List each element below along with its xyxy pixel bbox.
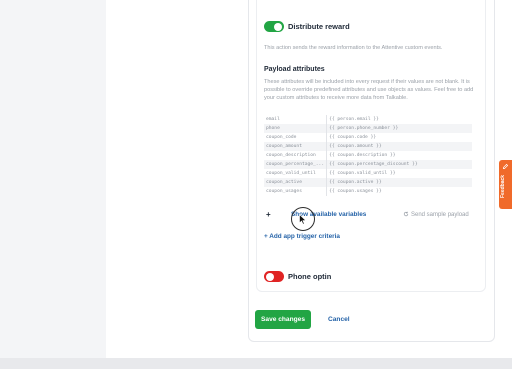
payload-attributes-title: Payload attributes <box>264 66 325 73</box>
attribute-value[interactable]: {{ coupon.active }} <box>326 178 472 187</box>
phone-optin-label: Phone optin <box>288 272 332 281</box>
feedback-icon <box>503 163 509 169</box>
table-row: email{{ person.email }} <box>264 115 472 124</box>
table-row: coupon_code{{ coupon.code }} <box>264 133 472 142</box>
attribute-key[interactable]: coupon_usages <box>264 187 328 196</box>
add-app-trigger-criteria-link[interactable]: + Add app trigger criteria <box>264 233 340 240</box>
attribute-value[interactable]: {{ coupon.amount }} <box>326 142 472 151</box>
attribute-key[interactable]: email <box>264 115 328 124</box>
left-pane <box>0 0 106 369</box>
attribute-value[interactable]: {{ person.phone_number }} <box>326 124 472 133</box>
add-attribute-button[interactable]: + <box>266 210 271 219</box>
distribute-reward-label: Distribute reward <box>288 22 350 31</box>
save-changes-button[interactable]: Save changes <box>255 310 311 329</box>
attribute-key[interactable]: coupon_code <box>264 133 328 142</box>
table-row: coupon_description{{ coupon.description … <box>264 151 472 160</box>
attribute-key[interactable]: coupon_percentage_... <box>264 160 328 169</box>
cursor-icon <box>299 214 307 225</box>
distribute-reward-description: This action sends the reward information… <box>264 45 443 51</box>
attribute-key[interactable]: phone <box>264 124 328 133</box>
table-row: coupon_usages{{ coupon.usages }} <box>264 187 472 196</box>
payload-attributes-description: These attributes will be included into e… <box>264 79 474 101</box>
attribute-key[interactable]: coupon_valid_until <box>264 169 328 178</box>
feedback-tab[interactable]: Feedback <box>499 160 512 209</box>
feedback-label: Feedback <box>500 174 506 198</box>
toggle-knob <box>274 22 282 31</box>
refresh-icon <box>403 211 409 217</box>
attribute-key[interactable]: coupon_amount <box>264 142 328 151</box>
table-row: coupon_amount{{ coupon.amount }} <box>264 142 472 151</box>
attribute-value[interactable]: {{ coupon.percentage_discount }} <box>326 160 472 169</box>
attribute-value[interactable]: {{ person.email }} <box>327 115 472 124</box>
attribute-value[interactable]: {{ coupon.code }} <box>327 133 472 142</box>
distribute-reward-toggle[interactable] <box>264 21 284 32</box>
phone-optin-toggle[interactable] <box>264 271 284 282</box>
toggle-knob <box>266 272 274 281</box>
attribute-value[interactable]: {{ coupon.usages }} <box>327 187 472 196</box>
cancel-link[interactable]: Cancel <box>328 316 350 323</box>
send-sample-label: Send sample payload <box>411 212 469 218</box>
table-row: phone{{ person.phone_number }} <box>264 124 472 133</box>
table-row: coupon_valid_until{{ coupon.valid_until … <box>264 169 472 178</box>
attribute-key[interactable]: coupon_active <box>264 178 328 187</box>
payload-attributes-table: email{{ person.email }} phone{{ person.p… <box>264 115 472 196</box>
attribute-value[interactable]: {{ coupon.description }} <box>327 151 472 160</box>
table-row: coupon_active{{ coupon.active }} <box>264 178 472 187</box>
send-sample-payload-button[interactable]: Send sample payload <box>403 211 469 218</box>
attribute-value[interactable]: {{ coupon.valid_until }} <box>327 169 472 178</box>
bottom-bar <box>0 358 512 369</box>
attribute-key[interactable]: coupon_description <box>264 151 328 160</box>
table-row: coupon_percentage_...{{ coupon.percentag… <box>264 160 472 169</box>
